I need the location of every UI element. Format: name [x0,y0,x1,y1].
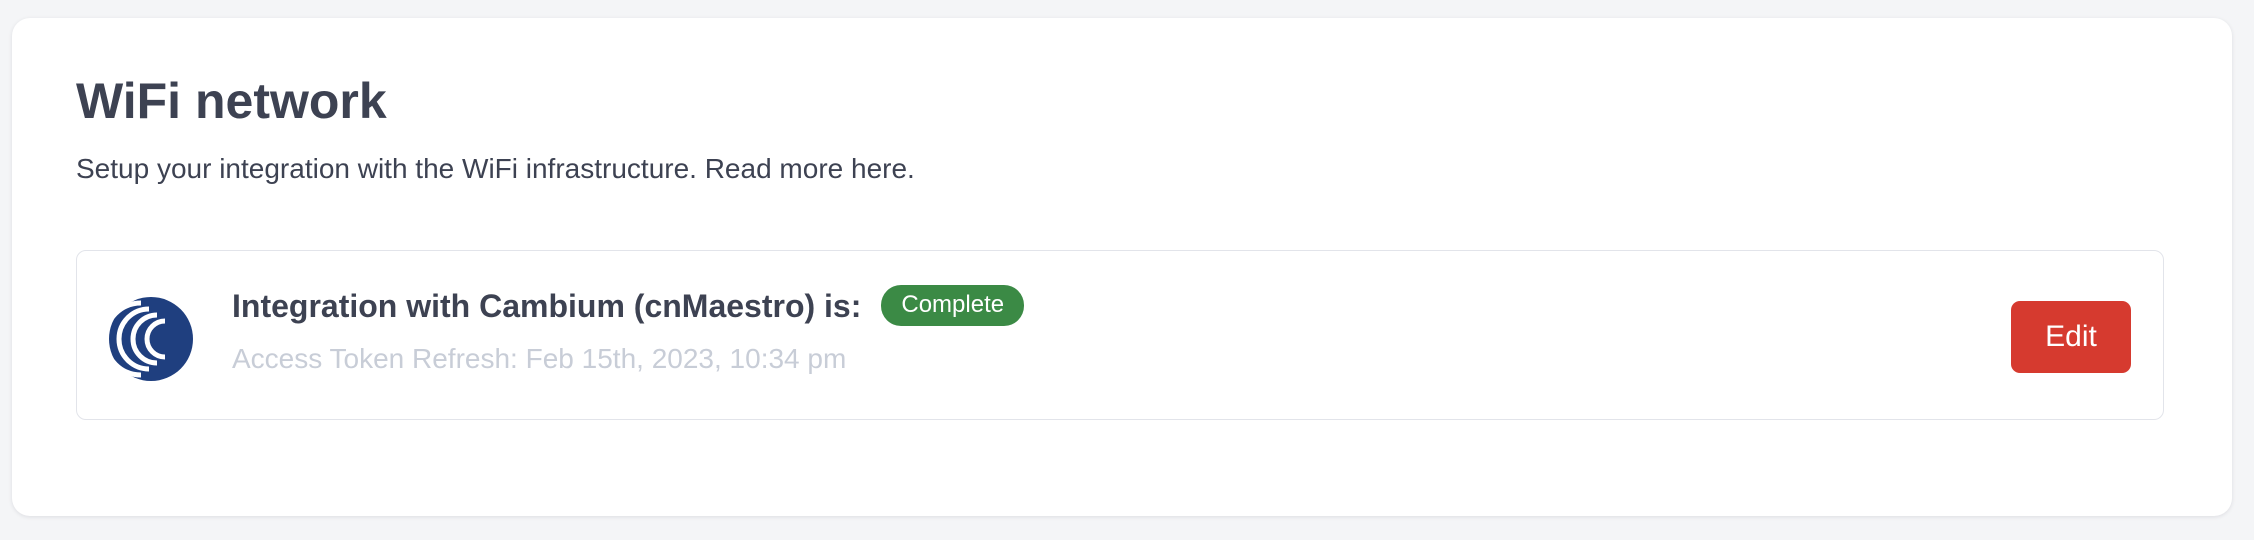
integration-heading-row: Integration with Cambium (cnMaestro) is:… [232,285,1025,327]
section-title: WiFi network [76,73,387,129]
integration-heading: Integration with Cambium (cnMaestro) is: [232,287,862,324]
token-refresh-text: Access Token Refresh: Feb 15th, 2023, 10… [232,343,847,374]
wifi-network-card: WiFi network Setup your integration with… [12,18,2232,516]
integration-row: Integration with Cambium (cnMaestro) is:… [76,250,2164,420]
edit-button[interactable]: Edit [2011,301,2131,373]
status-badge: Complete [881,285,1025,327]
cambium-logo-icon [109,297,193,381]
section-description: Setup your integration with the WiFi inf… [76,153,915,184]
